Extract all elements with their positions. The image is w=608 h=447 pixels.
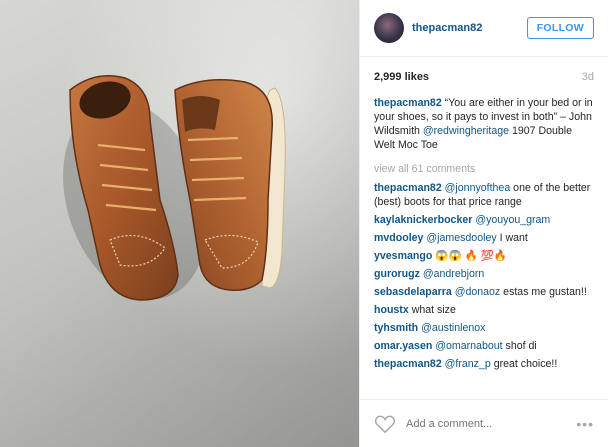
comment-username[interactable]: omar.yasen xyxy=(374,340,432,352)
comment: yvesmango 😱😱 🔥 💯🔥 xyxy=(374,249,594,263)
more-options-icon[interactable]: ••• xyxy=(576,416,594,432)
avatar[interactable] xyxy=(374,13,404,43)
comment: kaylaknickerbocker @youyou_gram xyxy=(374,213,594,227)
comment: thepacman82 @jonnyofthea one of the bett… xyxy=(374,181,594,209)
comment-mention[interactable]: @andrebjorn xyxy=(423,268,484,280)
comment-mention[interactable]: @jamesdooley xyxy=(426,232,496,244)
post-time[interactable]: 3d xyxy=(582,71,594,83)
view-all-comments-link[interactable]: view all 61 comments xyxy=(374,162,594,176)
post-header: thepacman82 FOLLOW xyxy=(360,0,608,57)
comment-username[interactable]: tyhsmith xyxy=(374,322,418,334)
post-photo[interactable] xyxy=(0,0,359,447)
post-side-panel: thepacman82 FOLLOW 2,999 likes 3d thepac… xyxy=(359,0,608,447)
comment-mention[interactable]: @youyou_gram xyxy=(475,214,550,226)
comment-mention[interactable]: @jonnyofthea xyxy=(445,182,511,194)
comment: gurorugz @andrebjorn xyxy=(374,267,594,281)
comment-username[interactable]: houstx xyxy=(374,304,409,316)
comment-mention[interactable]: @austinlenox xyxy=(421,322,485,334)
comment-username[interactable]: mvdooley xyxy=(374,232,423,244)
header-username[interactable]: thepacman82 xyxy=(412,22,527,34)
comments-list[interactable]: thepacman82 “You are either in your bed … xyxy=(374,96,594,396)
comment-text: great choice!! xyxy=(493,358,558,370)
comment-text: I want xyxy=(499,232,528,244)
comment-mention[interactable]: @franz_p xyxy=(445,358,491,370)
comment-username[interactable]: kaylaknickerbocker xyxy=(374,214,472,226)
comment-username[interactable]: thepacman82 xyxy=(374,182,442,194)
comment-username[interactable]: yvesmango xyxy=(374,250,432,262)
comment-text: estas me gustan!! xyxy=(503,286,587,298)
comment-text: 😱😱 🔥 💯🔥 xyxy=(435,250,508,262)
comment: tyhsmith @austinlenox xyxy=(374,321,594,335)
comment: mvdooley @jamesdooley I want xyxy=(374,231,594,245)
comment-username[interactable]: gurorugz xyxy=(374,268,420,280)
boots-illustration xyxy=(63,75,286,301)
post-meta: 2,999 likes 3d xyxy=(360,57,608,97)
comment-username[interactable]: thepacman82 xyxy=(374,358,442,370)
follow-button[interactable]: FOLLOW xyxy=(526,17,594,39)
likes-count[interactable]: 2,999 likes xyxy=(374,71,429,83)
add-comment-bar: ••• xyxy=(360,399,608,447)
comment: houstx what size xyxy=(374,303,594,317)
caption: thepacman82 “You are either in your bed … xyxy=(374,96,594,152)
comment-mention[interactable]: @donaoz xyxy=(455,286,501,298)
comment-text: what size xyxy=(411,304,456,316)
comment: sebasdelaparra @donaoz estas me gustan!! xyxy=(374,285,594,299)
comment: thepacman82 @franz_p great choice!! xyxy=(374,357,594,371)
comment-text: shof di xyxy=(505,340,537,352)
heart-icon[interactable] xyxy=(374,414,396,434)
comment-mention[interactable]: @omarnabout xyxy=(435,340,502,352)
comment-username[interactable]: sebasdelaparra xyxy=(374,286,452,298)
caption-mention[interactable]: @redwingheritage xyxy=(423,125,509,137)
add-comment-input[interactable] xyxy=(404,416,577,431)
caption-username[interactable]: thepacman82 xyxy=(374,97,442,109)
comment: omar.yasen @omarnabout shof di xyxy=(374,339,594,353)
